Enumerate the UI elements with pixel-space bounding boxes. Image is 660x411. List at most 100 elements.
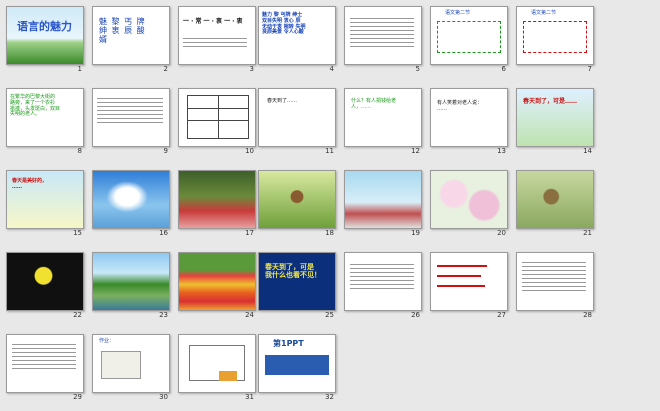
slide-number: 28 <box>583 311 592 319</box>
slide-thumbnail[interactable]: 春天到了…… <box>258 88 336 147</box>
slide-thumbnail[interactable] <box>178 170 256 229</box>
slide-16[interactable]: 16 <box>92 170 172 238</box>
slide-thumbnail[interactable]: 作业： <box>92 334 170 393</box>
slide-thumbnail[interactable] <box>344 6 422 65</box>
slide-text: 什么？有人捐钱给老 人，…… <box>351 98 397 110</box>
slide-thumbnail[interactable]: 语文第二节 <box>430 6 508 65</box>
slide-text: 春天到了…… <box>267 98 298 104</box>
slide-number: 8 <box>77 147 82 155</box>
slide-3[interactable]: 一 · 常 一 · 衷 一 · 衷 3 <box>178 6 258 74</box>
slide-thumbnail[interactable]: 春天是美好的， …… <box>6 170 84 229</box>
slide-thumbnail[interactable] <box>344 252 422 311</box>
slide-number: 29 <box>73 393 82 401</box>
slide-14[interactable]: 春天到了，可是…… 14 <box>516 88 596 156</box>
slide-number: 30 <box>159 393 168 401</box>
slide-number: 13 <box>497 147 506 155</box>
slide-number: 27 <box>497 311 506 319</box>
slide-23[interactable]: 23 <box>92 252 172 320</box>
slide-number: 14 <box>583 147 592 155</box>
slide-1[interactable]: 语言的魅力 1 <box>6 6 86 74</box>
slide-number: 20 <box>497 229 506 237</box>
slide-28[interactable]: 28 <box>516 252 596 320</box>
slide-32[interactable]: 第1PPT 32 <box>258 334 338 402</box>
slide-17[interactable]: 17 <box>178 170 258 238</box>
slide-sorter-grid: 语言的魅力 1 魅 黎 丐 牌 绅 衷 辰 酸 婿 2 一 · 常 一 · 衷 … <box>0 0 660 411</box>
slide-number: 15 <box>73 229 82 237</box>
slide-thumbnail[interactable] <box>178 88 256 147</box>
slide-number: 9 <box>163 147 168 155</box>
slide-thumbnail[interactable] <box>430 252 508 311</box>
slide-number: 22 <box>73 311 82 319</box>
slide-thumbnail[interactable] <box>92 88 170 147</box>
slide-31[interactable]: 31 <box>178 334 258 402</box>
slide-number: 10 <box>245 147 254 155</box>
slide-thumbnail[interactable] <box>178 252 256 311</box>
slide-19[interactable]: 19 <box>344 170 424 238</box>
slide-text: 春天到了，可是…… <box>523 98 578 105</box>
slide-thumbnail[interactable]: 魅力 黎 丐牌 绅士 双目失明 衷心 辰 无动于衷 婉转 失明 良辰美景 令人心… <box>258 6 336 65</box>
slide-27[interactable]: 27 <box>430 252 510 320</box>
slide-6[interactable]: 语文第二节 6 <box>430 6 510 74</box>
slide-4[interactable]: 魅力 黎 丐牌 绅士 双目失明 衷心 辰 无动于衷 婉转 失明 良辰美景 令人心… <box>258 6 338 74</box>
slide-thumbnail[interactable] <box>92 252 170 311</box>
slide-24[interactable]: 24 <box>178 252 258 320</box>
slide-thumbnail[interactable] <box>6 252 84 311</box>
slide-thumbnail[interactable] <box>344 170 422 229</box>
slide-thumbnail[interactable]: 春天到了，可是 我什么也看不见！ <box>258 252 336 311</box>
slide-number: 12 <box>411 147 420 155</box>
slide-thumbnail[interactable]: 什么？有人捐钱给老 人，…… <box>344 88 422 147</box>
slide-thumbnail[interactable]: 魅 黎 丐 牌 绅 衷 辰 酸 婿 <box>92 6 170 65</box>
slide-2[interactable]: 魅 黎 丐 牌 绅 衷 辰 酸 婿 2 <box>92 6 172 74</box>
slide-thumbnail[interactable] <box>516 252 594 311</box>
slide-number: 2 <box>163 65 168 73</box>
slide-number: 1 <box>77 65 82 73</box>
slide-11[interactable]: 春天到了…… 11 <box>258 88 338 156</box>
slide-number: 31 <box>245 393 254 401</box>
slide-number: 17 <box>245 229 254 237</box>
slide-text: 春天到了，可是 我什么也看不见！ <box>265 263 321 280</box>
slide-15[interactable]: 春天是美好的， …… 15 <box>6 170 86 238</box>
slide-thumbnail[interactable] <box>92 170 170 229</box>
slide-number: 3 <box>249 65 254 73</box>
slide-20[interactable]: 20 <box>430 170 510 238</box>
slide-8[interactable]: 在繁华的巴黎大街的 路旁，来了一个衣衫 褴褛，头发斑白，双目 失明的老人。 8 <box>6 88 86 156</box>
slide-number: 7 <box>587 65 592 73</box>
slide-thumbnail[interactable]: 语言的魅力 <box>6 6 84 65</box>
slide-5[interactable]: 5 <box>344 6 424 74</box>
slide-26[interactable]: 26 <box>344 252 424 320</box>
slide-thumbnail[interactable] <box>430 170 508 229</box>
slide-text: 语文第二节 <box>531 10 557 16</box>
slide-text: 在繁华的巴黎大街的 路旁，来了一个衣衫 褴褛，头发斑白，双目 失明的老人。 <box>10 94 61 118</box>
slide-number: 6 <box>501 65 506 73</box>
slide-thumbnail[interactable] <box>516 170 594 229</box>
slide-18[interactable]: 18 <box>258 170 338 238</box>
slide-29[interactable]: 29 <box>6 334 86 402</box>
slide-thumbnail[interactable]: 语文第二节 <box>516 6 594 65</box>
slide-thumbnail[interactable]: 第1PPT <box>258 334 336 393</box>
slide-text: 魅力 黎 丐牌 绅士 双目失明 衷心 辰 无动于衷 婉转 失明 良辰美景 令人心… <box>262 12 306 36</box>
slide-text: 作业： <box>99 338 115 344</box>
slide-22[interactable]: 22 <box>6 252 86 320</box>
slide-thumbnail[interactable]: 春天到了，可是…… <box>516 88 594 147</box>
slide-thumbnail[interactable] <box>258 170 336 229</box>
slide-number: 11 <box>325 147 334 155</box>
slide-10[interactable]: 10 <box>178 88 258 156</box>
slide-number: 21 <box>583 229 592 237</box>
slide-13[interactable]: 有人笑着对老人说： …… 13 <box>430 88 510 156</box>
slide-thumbnail[interactable]: 一 · 常 一 · 衷 一 · 衷 <box>178 6 256 65</box>
slide-7[interactable]: 语文第二节 7 <box>516 6 596 74</box>
slide-thumbnail[interactable]: 有人笑着对老人说： …… <box>430 88 508 147</box>
slide-30[interactable]: 作业： 30 <box>92 334 172 402</box>
slide-12[interactable]: 什么？有人捐钱给老 人，…… 12 <box>344 88 424 156</box>
slide-21[interactable]: 21 <box>516 170 596 238</box>
slide-number: 25 <box>325 311 334 319</box>
slide-text: 春天是美好的， …… <box>12 178 48 190</box>
slide-title: 语言的魅力 <box>17 20 72 33</box>
slide-thumbnail[interactable] <box>178 334 256 393</box>
slide-9[interactable]: 9 <box>92 88 172 156</box>
slide-25[interactable]: 春天到了，可是 我什么也看不见！ 25 <box>258 252 338 320</box>
slide-text: 第1PPT <box>273 339 304 348</box>
slide-number: 26 <box>411 311 420 319</box>
slide-thumbnail[interactable]: 在繁华的巴黎大街的 路旁，来了一个衣衫 褴褛，头发斑白，双目 失明的老人。 <box>6 88 84 147</box>
slide-thumbnail[interactable] <box>6 334 84 393</box>
